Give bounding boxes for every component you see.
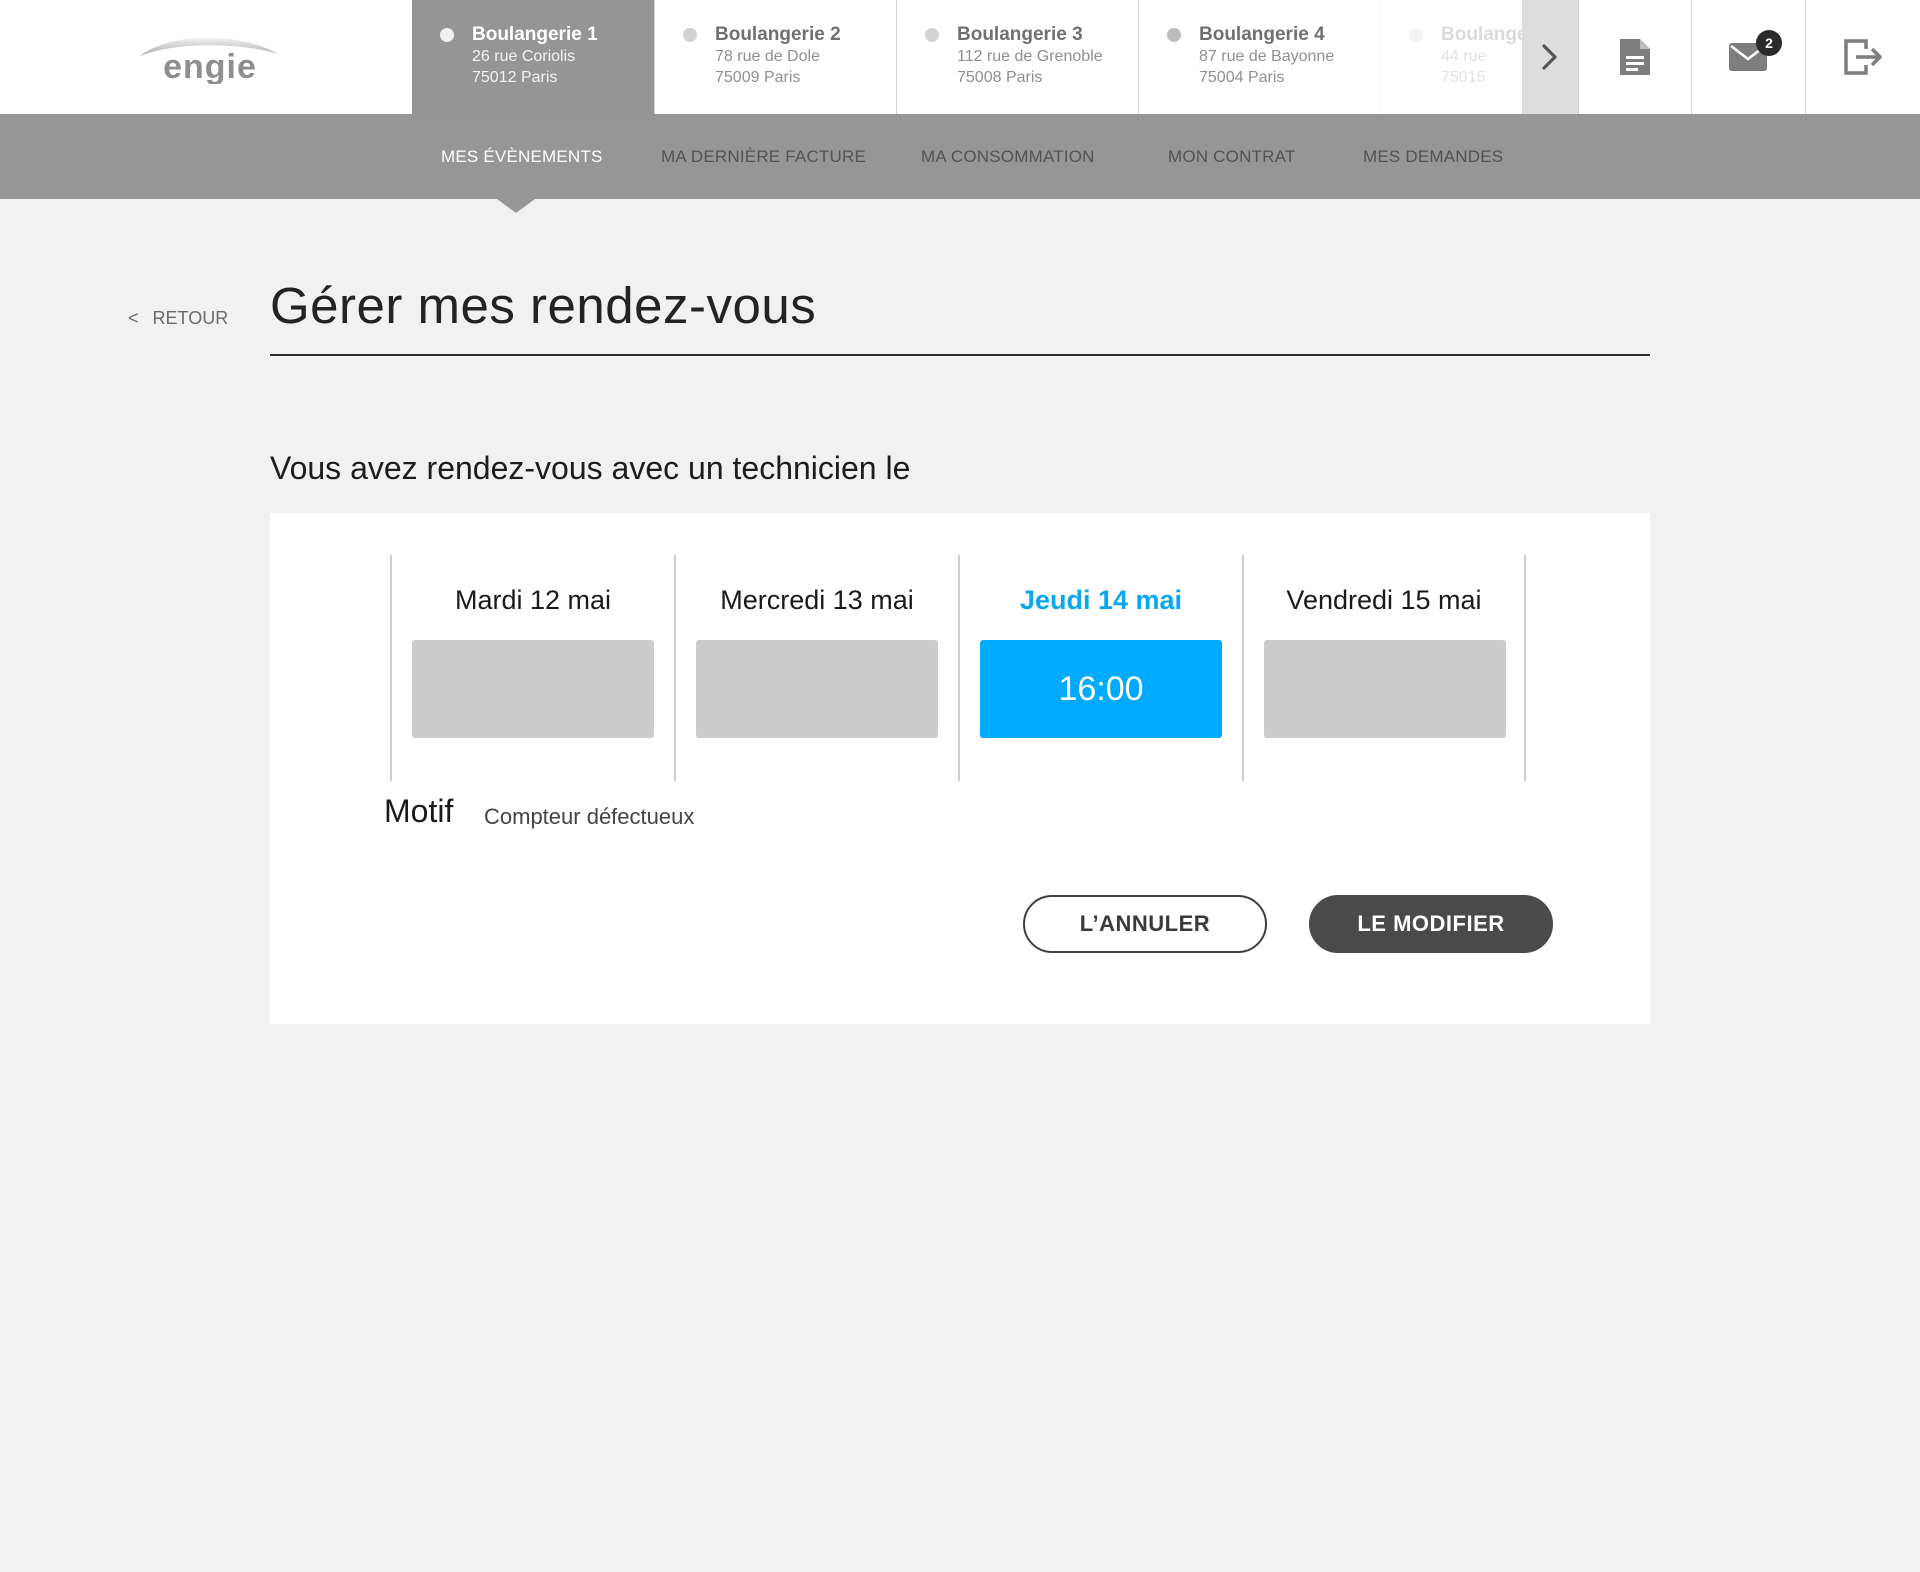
site-street: 112 rue de Grenoble <box>957 48 1103 65</box>
day-label: Vendredi 15 mai <box>1286 585 1482 615</box>
time-slot[interactable] <box>1264 640 1506 738</box>
svg-text:engie: engie <box>163 48 257 84</box>
site-radio-dot <box>1409 28 1423 42</box>
back-link[interactable]: < RETOUR <box>128 308 228 329</box>
site-city: 75009 Paris <box>715 69 801 86</box>
engie-logo-mark: engie <box>140 37 278 84</box>
site-street: 87 rue de Bayonne <box>1199 48 1335 65</box>
site-city: 75012 Paris <box>472 69 558 86</box>
site-street: 26 rue Coriolis <box>472 48 576 65</box>
site-tab-boulangerie-2[interactable]: Boulangerie 2 78 rue de Dole 75009 Paris <box>654 0 896 114</box>
day-column: Mardi 12 mai <box>390 555 674 781</box>
top-header: engie Boulangerie 1 26 rue Coriolis 7501… <box>0 0 1920 114</box>
time-slot[interactable] <box>412 640 654 738</box>
site-street: 44 rue <box>1441 48 1487 65</box>
site-name: Boulangerie 1 <box>472 24 598 45</box>
site-radio-dot <box>1167 28 1181 42</box>
nav-item-ma-consommation[interactable]: MA CONSOMMATION <box>921 114 1095 199</box>
site-name: Boulangerie 5 <box>1441 24 1522 45</box>
motif-value: Compteur défectueux <box>484 804 695 829</box>
site-tab-boulangerie-3[interactable]: Boulangerie 3 112 rue de Grenoble 75008 … <box>896 0 1138 114</box>
nav-item-mes-demandes[interactable]: MES DEMANDES <box>1363 114 1503 199</box>
document-icon <box>1620 39 1650 75</box>
engie-logo[interactable]: engie <box>130 30 290 84</box>
nav-item-mes-evenements[interactable]: MES ÉVÈNEMENTS <box>441 114 603 199</box>
day-label: Jeudi 14 mai <box>1019 585 1183 615</box>
site-city: 75004 Paris <box>1199 69 1285 86</box>
back-label: RETOUR <box>152 308 229 328</box>
active-nav-indicator <box>497 199 535 213</box>
day-label: Mercredi 13 mai <box>720 585 914 615</box>
logout-icon <box>1844 39 1882 75</box>
time-slot-selected[interactable]: 16:00 <box>980 640 1222 738</box>
sites-next-button[interactable] <box>1522 0 1578 114</box>
main-nav: MES ÉVÈNEMENTS MA DERNIÈRE FACTURE MA CO… <box>0 114 1920 199</box>
title-divider <box>270 354 1650 356</box>
day-label: Mardi 12 mai <box>454 585 612 615</box>
site-city: 75008 Paris <box>957 69 1043 86</box>
day-column-selected: Jeudi 14 mai 16:00 <box>958 555 1242 781</box>
chevron-left-icon: < <box>128 308 139 328</box>
page-title: Gérer mes rendez-vous <box>270 277 817 334</box>
site-name: Boulangerie 4 <box>1199 24 1325 45</box>
nav-item-ma-derniere-facture[interactable]: MA DERNIÈRE FACTURE <box>661 114 866 199</box>
documents-button[interactable] <box>1578 0 1691 114</box>
site-name: Boulangerie 2 <box>715 24 841 45</box>
site-tab-boulangerie-5[interactable]: Boulangerie 5 44 rue 75015 <box>1380 0 1522 114</box>
site-city: 75015 <box>1441 69 1486 86</box>
appointment-card: Mardi 12 mai Mercredi 13 mai Jeudi 14 ma… <box>270 513 1650 1024</box>
site-tab-boulangerie-4[interactable]: Boulangerie 4 87 rue de Bayonne 75004 Pa… <box>1138 0 1380 114</box>
modify-appointment-button[interactable]: LE MODIFIER <box>1309 895 1553 953</box>
messages-count-badge: 2 <box>1756 30 1782 56</box>
time-slot[interactable] <box>696 640 938 738</box>
site-radio-dot <box>440 28 454 42</box>
site-street: 78 rue de Dole <box>715 48 820 65</box>
site-name: Boulangerie 3 <box>957 24 1083 45</box>
appointment-intro: Vous avez rendez-vous avec un technicien… <box>270 450 911 486</box>
day-columns: Mardi 12 mai Mercredi 13 mai Jeudi 14 ma… <box>390 555 1526 781</box>
day-column: Mercredi 13 mai <box>674 555 958 781</box>
cancel-appointment-button[interactable]: L’ANNULER <box>1023 895 1267 953</box>
site-radio-dot <box>925 28 939 42</box>
chevron-right-icon <box>1542 44 1557 70</box>
motif-label: Motif <box>384 793 454 829</box>
nav-item-mon-contrat[interactable]: MON CONTRAT <box>1168 114 1295 199</box>
site-tabs: Boulangerie 1 26 rue Coriolis 75012 Pari… <box>412 0 1522 114</box>
logout-button[interactable] <box>1805 0 1920 114</box>
site-tab-boulangerie-1[interactable]: Boulangerie 1 26 rue Coriolis 75012 Pari… <box>412 0 654 114</box>
day-column: Vendredi 15 mai <box>1242 555 1526 781</box>
site-radio-dot <box>683 28 697 42</box>
messages-button[interactable]: 2 <box>1691 0 1804 114</box>
